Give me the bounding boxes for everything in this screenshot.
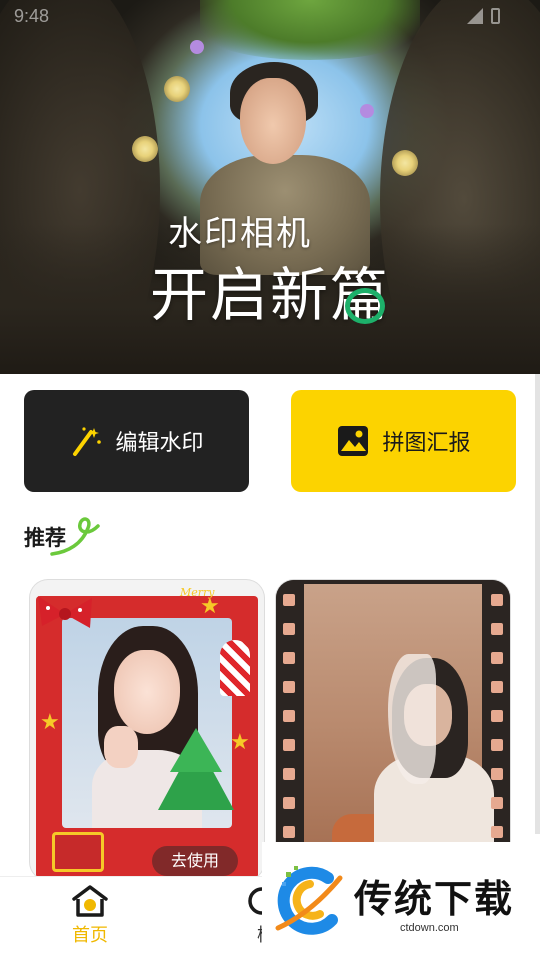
template-card[interactable]: ★ ★ ★ Merry 去使用 bbox=[30, 580, 264, 880]
battery-icon bbox=[491, 8, 500, 24]
film-sprocket bbox=[283, 652, 295, 664]
hero-purple-flower bbox=[360, 104, 374, 118]
use-template-button[interactable]: 去使用 bbox=[152, 846, 238, 876]
section-title-recommend: 推荐 bbox=[24, 526, 66, 550]
film-sprocket bbox=[491, 681, 503, 693]
nav-home-label: 首页 bbox=[72, 925, 108, 946]
film-sprocket bbox=[491, 652, 503, 664]
girl-hand bbox=[104, 726, 138, 768]
film-sprocket bbox=[491, 768, 503, 780]
hero-purple-flower bbox=[190, 40, 204, 54]
gift-box-icon bbox=[52, 832, 104, 872]
film-sprocket bbox=[491, 797, 503, 809]
status-time: 9:48 bbox=[14, 6, 50, 26]
hero-flower bbox=[164, 76, 190, 102]
status-icons bbox=[467, 8, 500, 24]
film-sprocket bbox=[283, 739, 295, 751]
candy-cane-icon bbox=[220, 640, 250, 696]
star-icon: ★ bbox=[230, 730, 250, 755]
edit-watermark-label: 编辑水印 bbox=[115, 431, 204, 456]
edit-watermark-button[interactable]: 编辑水印 bbox=[24, 390, 249, 492]
hero-person-face bbox=[240, 78, 306, 164]
template-card[interactable] bbox=[276, 580, 510, 880]
film-sprocket bbox=[283, 681, 295, 693]
film-sprocket bbox=[491, 710, 503, 722]
film-sprocket bbox=[283, 797, 295, 809]
signal-icon bbox=[467, 8, 483, 24]
film-sprocket bbox=[491, 739, 503, 751]
hero-banner[interactable]: 9:48 水印相机 开启新篇 bbox=[0, 0, 540, 374]
collage-report-label: 拼图汇报 bbox=[382, 431, 471, 456]
film-sprocket bbox=[491, 594, 503, 606]
watermark-domain: ctdown.com bbox=[400, 922, 459, 934]
film-sprocket bbox=[283, 826, 295, 838]
collage-report-button[interactable]: 拼图汇报 bbox=[291, 390, 516, 492]
hero-flower bbox=[132, 136, 158, 162]
home-icon bbox=[72, 885, 108, 917]
film-sprocket bbox=[283, 710, 295, 722]
hero-ring-icon bbox=[345, 288, 385, 324]
nav-item-home[interactable]: 首页 bbox=[60, 883, 120, 947]
film-sprocket bbox=[491, 826, 503, 838]
scrollbar[interactable] bbox=[535, 374, 540, 834]
ctdown-logo-icon bbox=[275, 866, 343, 935]
red-bow-icon bbox=[38, 596, 92, 628]
hero-leaves bbox=[200, 0, 420, 60]
film-sprocket bbox=[491, 623, 503, 635]
image-icon bbox=[336, 424, 370, 458]
film-sprocket bbox=[283, 623, 295, 635]
watermark-brand: 传统下载 bbox=[354, 877, 515, 921]
film-sprocket bbox=[283, 768, 295, 780]
girl-face bbox=[114, 650, 180, 734]
merry-text: Merry bbox=[180, 586, 215, 599]
christmas-tree-top-icon bbox=[170, 728, 222, 772]
site-watermark: 传统下载 ctdown.com bbox=[262, 842, 540, 960]
magic-wand-icon bbox=[69, 424, 103, 458]
film-sprocket bbox=[283, 594, 295, 606]
hero-flower bbox=[392, 150, 418, 176]
star-icon: ★ bbox=[40, 710, 60, 735]
film-photo bbox=[304, 584, 494, 854]
